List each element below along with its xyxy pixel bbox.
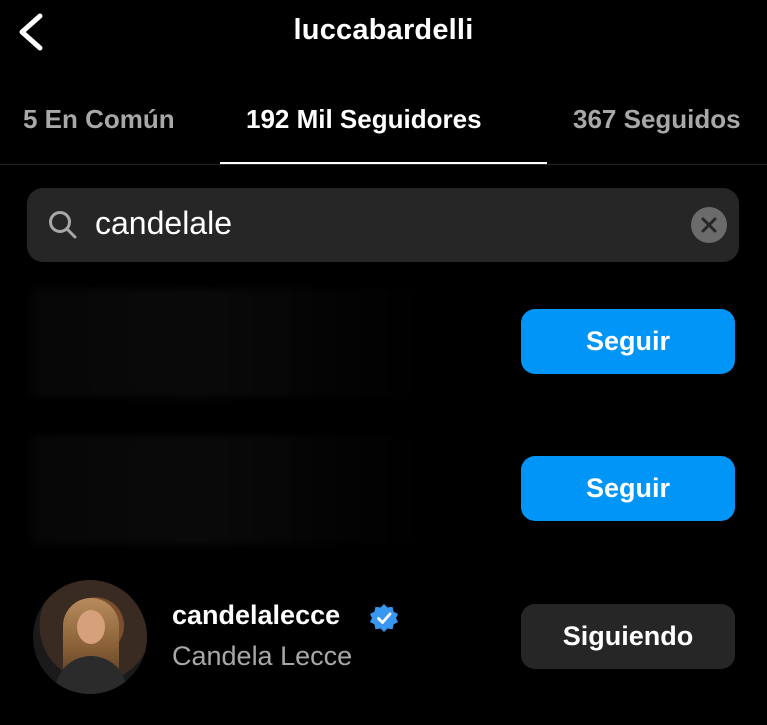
top-bar: luccabardelli: [0, 0, 767, 70]
verified-badge-icon: [370, 604, 398, 632]
follow-button[interactable]: Seguir: [521, 456, 735, 521]
list-item: Seguir: [0, 435, 767, 545]
search-input[interactable]: candelale: [95, 205, 232, 242]
redacted-user-info: [30, 288, 450, 398]
tab-bar: 5 En Común 192 Mil Seguidores 367 Seguid…: [0, 92, 767, 165]
search-bar[interactable]: candelale: [27, 188, 739, 262]
redacted-user-info: [30, 435, 450, 545]
active-tab-indicator: [220, 162, 547, 164]
clear-search-button[interactable]: [691, 207, 727, 243]
list-item: Seguir: [0, 288, 767, 398]
tab-mutual[interactable]: 5 En Común: [23, 104, 175, 135]
tab-followers[interactable]: 192 Mil Seguidores: [246, 104, 482, 135]
username[interactable]: candelalecce: [172, 600, 340, 631]
avatar[interactable]: [33, 580, 147, 694]
page-title: luccabardelli: [293, 14, 474, 46]
close-icon: [701, 217, 717, 233]
follow-button[interactable]: Seguir: [521, 309, 735, 374]
following-button[interactable]: Siguiendo: [521, 604, 735, 669]
full-name: Candela Lecce: [172, 641, 353, 671]
tab-following[interactable]: 367 Seguidos: [573, 104, 741, 135]
search-icon: [49, 211, 77, 239]
